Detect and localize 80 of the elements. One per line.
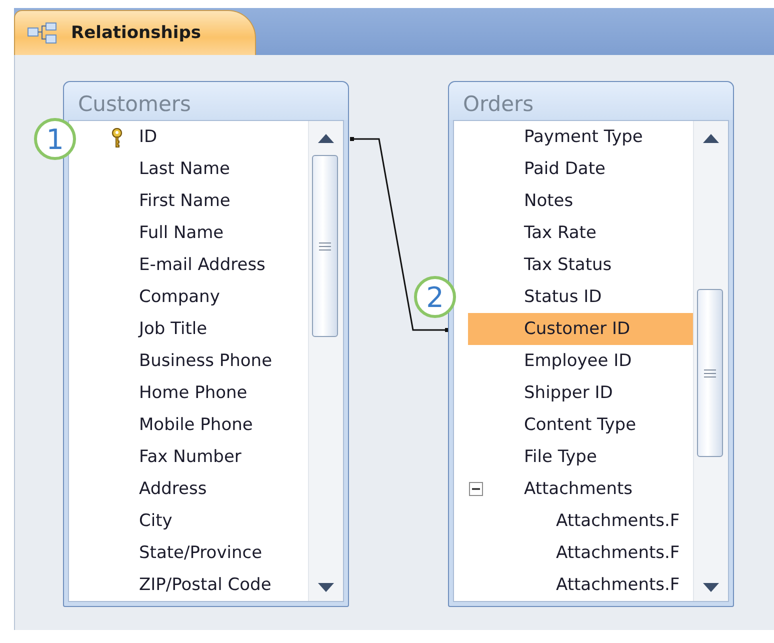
field-row[interactable]: ZIP/Postal Code — [83, 569, 308, 601]
field-row[interactable]: Attachments — [468, 473, 693, 505]
scroll-up-icon[interactable] — [318, 133, 334, 143]
field-row[interactable]: Company — [83, 281, 308, 313]
field-row[interactable]: Paid Date — [468, 153, 693, 185]
field-row[interactable]: Mobile Phone — [83, 409, 308, 441]
field-row[interactable]: Payment Type — [468, 121, 693, 153]
callout-badge: 2 — [414, 276, 456, 318]
field-row[interactable]: First Name — [83, 185, 308, 217]
grip-icon — [319, 242, 331, 250]
field-row[interactable]: Last Name — [83, 153, 308, 185]
scroll-thumb[interactable] — [312, 155, 338, 337]
field-name: Mobile Phone — [139, 415, 253, 435]
field-name: Notes — [524, 191, 574, 211]
field-name: Home Phone — [139, 383, 248, 403]
collapse-toggle[interactable] — [469, 482, 483, 496]
field-name: Paid Date — [524, 159, 606, 179]
relationships-icon — [27, 22, 57, 44]
field-row[interactable]: Content Type — [468, 409, 693, 441]
field-row[interactable]: Tax Status — [468, 249, 693, 281]
table-title: Orders — [463, 92, 534, 116]
field-row[interactable]: Employee ID — [468, 345, 693, 377]
scrollbar[interactable] — [308, 121, 343, 601]
field-row[interactable]: Full Name — [83, 217, 308, 249]
field-row[interactable]: Address — [83, 473, 308, 505]
field-name: Last Name — [139, 159, 230, 179]
field-row[interactable]: Shipper ID — [468, 377, 693, 409]
scrollbar[interactable] — [693, 121, 728, 601]
callout-badge: 1 — [34, 118, 76, 160]
scroll-up-icon[interactable] — [703, 133, 719, 143]
field-row[interactable]: Tax Rate — [468, 217, 693, 249]
field-name: Content Type — [524, 415, 636, 435]
field-name: Attachments.F — [556, 511, 680, 531]
field-name: Shipper ID — [524, 383, 613, 403]
field-name: Tax Rate — [524, 223, 596, 243]
field-name: City — [139, 511, 172, 531]
field-name: Employee ID — [524, 351, 632, 371]
field-row[interactable]: ID — [83, 121, 308, 153]
table-window[interactable]: Customers ID Last Name First Name Full Name E-mail Address Company Job Title Business Phone Home Phone Mobile Phone Fax Number Address City State/Province ZIP/Postal Code — [63, 81, 349, 607]
field-row[interactable]: Status ID — [468, 281, 693, 313]
field-name: Status ID — [524, 287, 602, 307]
field-name: ZIP/Postal Code — [139, 575, 272, 595]
field-row[interactable]: Attachments.F — [468, 537, 693, 569]
field-row[interactable]: Attachments.F — [468, 569, 693, 601]
field-name: Tax Status — [524, 255, 612, 275]
field-row[interactable]: Home Phone — [83, 377, 308, 409]
field-row[interactable]: City — [83, 505, 308, 537]
field-name: Customer ID — [524, 319, 630, 339]
field-row[interactable]: Fax Number — [83, 441, 308, 473]
field-row[interactable]: File Type — [468, 441, 693, 473]
field-row[interactable]: Business Phone — [83, 345, 308, 377]
field-row[interactable]: Job Title — [83, 313, 308, 345]
tab-label: Relationships — [71, 23, 201, 43]
scroll-down-icon[interactable] — [703, 583, 719, 593]
field-name: Attachments.F — [556, 543, 680, 563]
field-name: Company — [139, 287, 220, 307]
field-name: Full Name — [139, 223, 224, 243]
table-window[interactable]: Orders Payment Type Paid Date Notes Tax Rate Tax Status Status ID Customer ID Employee ID Shipper ID Content Type File Type Attachments Attachments.F Attachments.F Attachments.F — [448, 81, 734, 607]
field-name: Job Title — [139, 319, 208, 339]
field-name: Attachments.F — [556, 575, 680, 595]
field-name: Fax Number — [139, 447, 242, 467]
grip-icon — [704, 368, 716, 378]
relationships-tab[interactable]: Relationships — [14, 10, 256, 55]
field-name: First Name — [139, 191, 230, 211]
scroll-down-icon[interactable] — [318, 583, 334, 593]
field-row[interactable]: Customer ID — [468, 313, 693, 345]
scroll-thumb[interactable] — [697, 289, 723, 457]
field-name: File Type — [524, 447, 597, 467]
field-name: Address — [139, 479, 207, 499]
field-name: Business Phone — [139, 351, 272, 371]
field-row[interactable]: E-mail Address — [83, 249, 308, 281]
field-name: Attachments — [524, 479, 633, 499]
field-name: ID — [139, 127, 158, 147]
field-name: State/Province — [139, 543, 262, 563]
field-name: Payment Type — [524, 127, 643, 147]
field-name: E-mail Address — [139, 255, 266, 275]
table-title: Customers — [78, 92, 191, 116]
field-row[interactable]: Notes — [468, 185, 693, 217]
field-row[interactable]: State/Province — [83, 537, 308, 569]
field-row[interactable]: Attachments.F — [468, 505, 693, 537]
